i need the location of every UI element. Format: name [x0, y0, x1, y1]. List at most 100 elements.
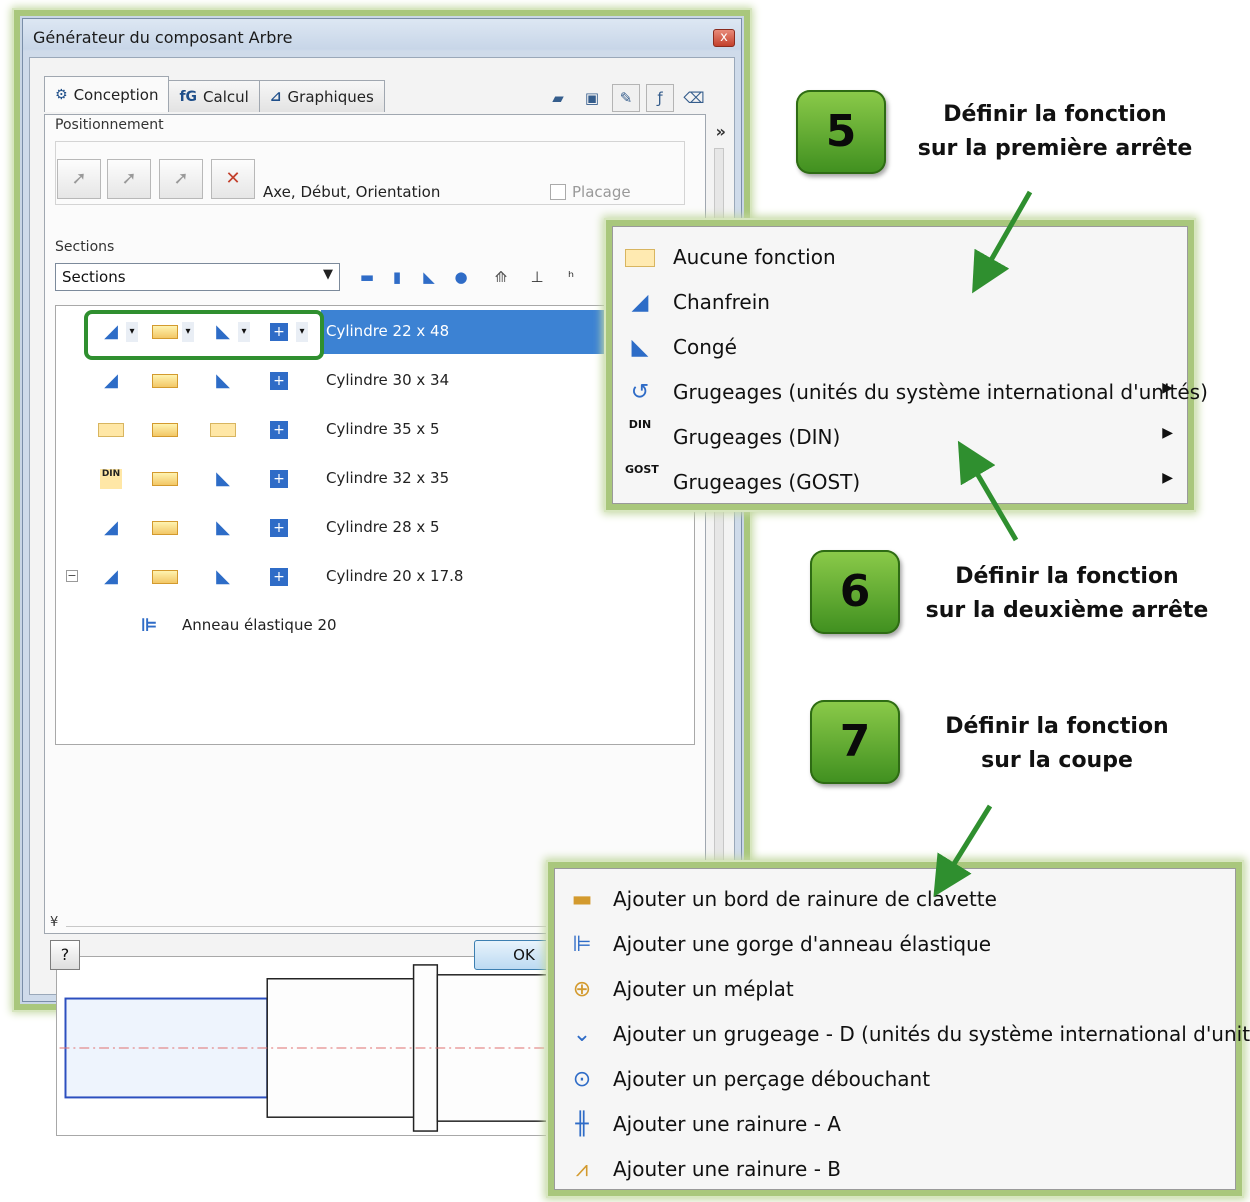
fillet-icon[interactable]: ◣ — [212, 518, 234, 538]
tree-row-label: Cylindre 30 x 34 — [326, 371, 450, 389]
open-folder-icon[interactable]: ▰ — [544, 84, 572, 112]
tab-conception[interactable]: ⚙ Conception — [44, 76, 170, 112]
function-icon[interactable]: ƒ — [646, 84, 674, 112]
tree-row-label: Cylindre 28 x 5 — [326, 518, 440, 536]
din-relief-icon: DIN — [628, 418, 652, 431]
tree-row[interactable]: + Cylindre 35 x 5 — [56, 408, 694, 452]
section-icon[interactable] — [152, 570, 178, 584]
step-6-caption: Définir la fonction sur la deuxième arrê… — [922, 560, 1212, 628]
caption-line: sur la première arrête — [917, 136, 1193, 161]
relief-icon: ↺ — [630, 380, 650, 405]
no-feature-icon[interactable] — [210, 423, 236, 437]
menu-item-fillet[interactable]: ◣ Congé — [613, 325, 1187, 369]
reverse-button[interactable]: ✕ — [211, 159, 255, 199]
menu-item-keyway[interactable]: ▬ Ajouter un bord de rainure de clavette — [555, 877, 1235, 921]
retaining-ring-icon: ⊫ — [140, 615, 158, 636]
eraser-icon[interactable]: ⌫ — [680, 84, 708, 112]
tree-row[interactable]: ◢ ◣ + Cylindre 30 x 34 — [56, 359, 694, 403]
section-icon[interactable] — [152, 521, 178, 535]
menu-item-relief-d[interactable]: ⌄ Ajouter un grugeage - D (unités du sys… — [555, 1012, 1250, 1056]
tree-row-label: Anneau élastique 20 — [182, 616, 337, 634]
tree-collapse-icon[interactable]: ʰ — [559, 265, 583, 289]
chamfer-icon[interactable]: ◢ — [100, 518, 122, 538]
fillet-icon[interactable]: ◣ — [212, 567, 234, 587]
tree-row-selected[interactable]: ◢ ▾ ▾ ◣ ▾ + ▾ Cylindre 22 x 48 — [56, 310, 694, 360]
sections-select[interactable]: Sections ▼ — [55, 263, 340, 291]
step-5-caption: Définir la fonction sur la première arrê… — [910, 98, 1200, 166]
tree-row[interactable]: − ◢ ◣ + Cylindre 20 x 17.8 — [56, 555, 694, 599]
save-icon[interactable]: ▣ — [578, 84, 606, 112]
help-button[interactable]: ? — [50, 940, 80, 970]
menu-item-label: Ajouter un méplat — [613, 977, 794, 1001]
tab-calcul[interactable]: fG Calcul — [168, 80, 260, 112]
flat-icon: ⊕ — [572, 977, 592, 1002]
menu-item-relief-gost[interactable]: GOST Grugeages (GOST) ▶ — [613, 460, 1187, 504]
section-icon[interactable] — [152, 374, 178, 388]
menu-item-through-hole[interactable]: ⊙ Ajouter un perçage débouchant — [555, 1057, 1235, 1101]
section-icon[interactable] — [152, 423, 178, 437]
add-feature-icon[interactable]: + — [270, 372, 288, 390]
no-feature-icon — [625, 249, 655, 267]
start-select-button[interactable]: ➚ — [107, 159, 151, 199]
placage-checkbox[interactable]: Placage — [550, 183, 631, 201]
dialog-frame: Générateur du composant Arbre x ⚙ Concep… — [22, 18, 742, 1136]
menu-item-label: Ajouter un bord de rainure de clavette — [613, 887, 997, 911]
menu-item-chamfer[interactable]: ◢ Chanfrein — [613, 280, 1187, 324]
tree-row[interactable]: DIN ◣ + Cylindre 32 x 35 — [56, 457, 694, 501]
add-feature-icon[interactable]: + — [270, 568, 288, 586]
edge-feature-menu: Aucune fonction ◢ Chanfrein ◣ Congé ↺ Gr… — [606, 220, 1208, 510]
tree-row-label: Cylindre 22 x 48 — [326, 322, 450, 340]
menu-item-relief-si[interactable]: ↺ Grugeages (unités du système internati… — [613, 370, 1208, 414]
fillet-icon[interactable]: ◣ — [212, 371, 234, 391]
menu-item-label: Aucune fonction — [673, 245, 836, 269]
collapse-icon[interactable]: − — [66, 570, 78, 582]
tree-child-row[interactable]: ⊫ Anneau élastique 20 — [56, 604, 694, 648]
checkbox-box[interactable] — [550, 184, 566, 200]
menu-item-flat[interactable]: ⊕ Ajouter un méplat — [555, 967, 1235, 1011]
note-icon[interactable]: ✎ — [612, 84, 640, 112]
menu-item-relief-din[interactable]: DIN Grugeages (DIN) ▶ — [613, 415, 1187, 459]
fillet-icon[interactable]: ◣ — [212, 469, 234, 489]
cylinder-icon[interactable]: ▬ — [355, 265, 379, 289]
add-feature-icon[interactable]: + — [270, 470, 288, 488]
menu-item-label: Ajouter un grugeage - D (unités du systè… — [613, 1022, 1250, 1046]
placage-label: Placage — [572, 183, 631, 201]
chamfer-icon[interactable]: ◢ — [100, 567, 122, 587]
section-icon[interactable] — [152, 472, 178, 486]
menu-item-groove-b[interactable]: ⩘ Ajouter une rainure - B — [555, 1147, 1235, 1191]
menu-item-label: Chanfrein — [673, 290, 770, 314]
no-feature-icon[interactable] — [98, 423, 124, 437]
menu-frame: Aucune fonction ◢ Chanfrein ◣ Congé ↺ Gr… — [612, 226, 1208, 504]
add-feature-icon[interactable]: + — [270, 421, 288, 439]
din-groove-icon[interactable]: DIN — [100, 469, 122, 489]
menu-item-retaining-ring[interactable]: ⊫ Ajouter une gorge d'anneau élastique — [555, 922, 1235, 966]
expand-icon[interactable]: » — [716, 122, 726, 141]
tree-expand-icon[interactable]: ⊥ — [525, 265, 549, 289]
add-feature-icon[interactable]: + — [270, 519, 288, 537]
polygon-icon[interactable]: ◣ — [417, 265, 441, 289]
shaft-generator-dialog: Générateur du composant Arbre x ⚙ Concep… — [14, 10, 750, 1136]
menu-item-no-feature[interactable]: Aucune fonction — [613, 235, 1187, 279]
sphere-icon[interactable]: ● — [449, 265, 473, 289]
step-badge-7: 7 — [810, 700, 900, 784]
groove-icon: ╫ — [575, 1112, 589, 1137]
tab-label: Conception — [73, 85, 159, 104]
orientation-select-button[interactable]: ➚ — [159, 159, 203, 199]
tree-row[interactable]: ◢ ◣ + Cylindre 28 x 5 — [56, 506, 694, 550]
retaining-ring-icon: ⊫ — [572, 932, 592, 957]
axis-select-button[interactable]: ➚ — [57, 159, 101, 199]
menu-item-groove-a[interactable]: ╫ Ajouter une rainure - A — [555, 1102, 1235, 1146]
highlight-frame — [84, 310, 324, 360]
tab-graphiques[interactable]: ⊿ Graphiques — [258, 80, 385, 112]
section-feature-menu: ▬ Ajouter un bord de rainure de clavette… — [548, 862, 1250, 1196]
collapse-icon[interactable]: ¥ — [50, 915, 58, 930]
chamfer-icon[interactable]: ◢ — [100, 371, 122, 391]
cone-icon[interactable]: ▮ — [385, 265, 409, 289]
close-button[interactable]: x — [713, 29, 735, 47]
step-7-caption: Définir la fonction sur la coupe — [922, 710, 1192, 778]
split-icon[interactable]: ⟰ — [489, 265, 513, 289]
tab-bar: ⚙ Conception fG Calcul ⊿ Graphiques — [44, 76, 385, 114]
gost-relief-icon: GOST — [625, 463, 659, 476]
sections-tree: ◢ ▾ ▾ ◣ ▾ + ▾ Cylindre 22 x 48 ◢ ◣ + Cyl… — [55, 305, 696, 1136]
tab-label: Graphiques — [287, 87, 374, 106]
